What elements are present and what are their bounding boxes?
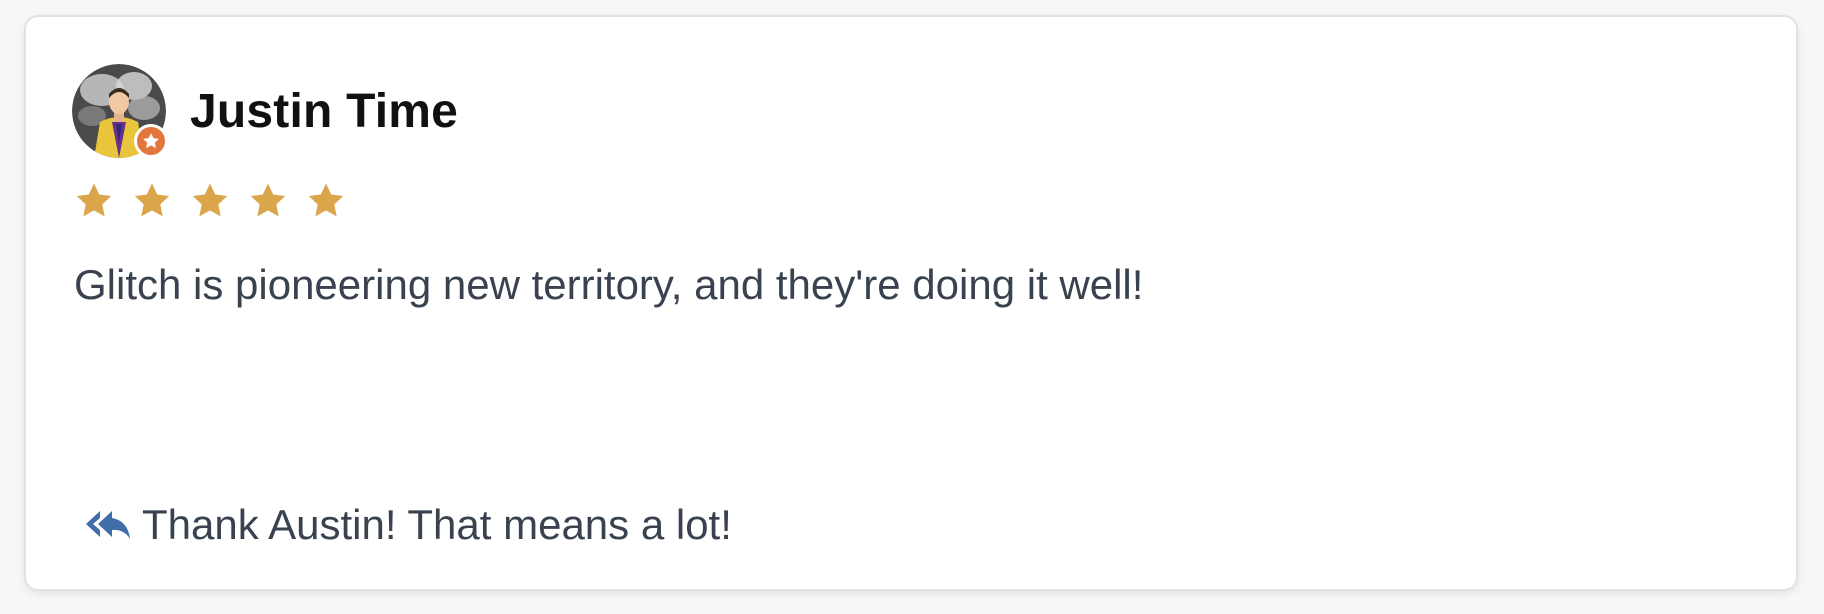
star-icon bbox=[192, 183, 228, 217]
review-text: Glitch is pioneering new territory, and … bbox=[74, 261, 1144, 308]
star-rating bbox=[74, 181, 346, 221]
review-header: Justin Time bbox=[72, 63, 458, 159]
avatar[interactable] bbox=[72, 64, 168, 158]
review-card: Justin Time Glitch is pioneering new ter… bbox=[24, 15, 1798, 591]
reply-text: Thank Austin! That means a lot! bbox=[142, 501, 732, 548]
reviewer-name[interactable]: Justin Time bbox=[190, 84, 458, 139]
star-icon bbox=[134, 183, 170, 217]
star-icon bbox=[250, 183, 286, 217]
star-icon bbox=[308, 183, 344, 217]
star-icon bbox=[76, 183, 112, 217]
star-badge-icon bbox=[134, 124, 168, 158]
reply-all-icon bbox=[86, 511, 130, 539]
owner-reply: Thank Austin! That means a lot! bbox=[82, 501, 732, 549]
